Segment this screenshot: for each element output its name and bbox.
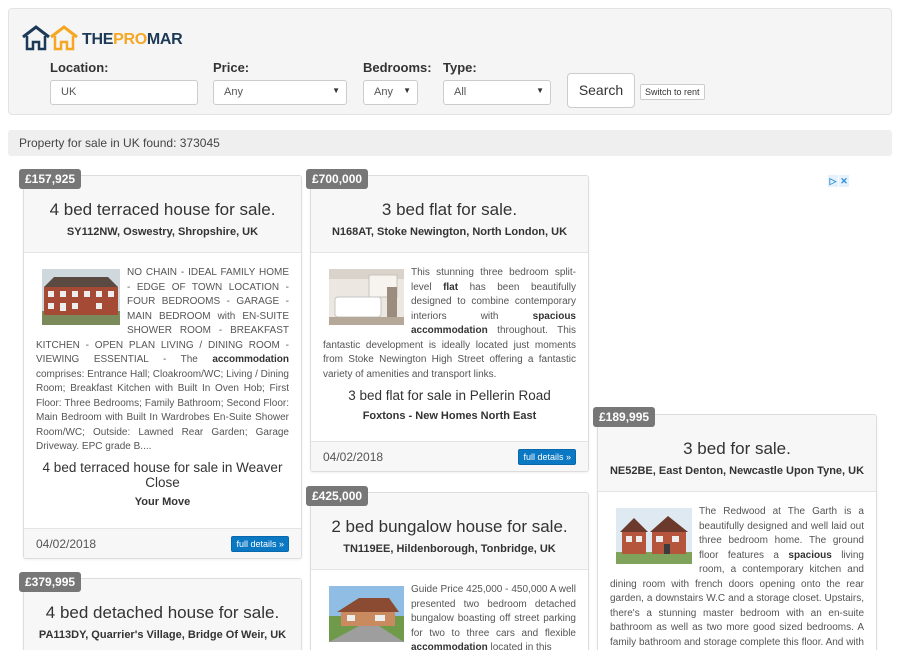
- type-label: Type:: [443, 60, 477, 75]
- listing-address: N168AT, Stoke Newington, North London, U…: [331, 226, 568, 238]
- agent-name: Your Move: [134, 496, 191, 508]
- adchoices-icon[interactable]: ▷ ✕: [828, 175, 850, 187]
- bedrooms-select[interactable]: Any ▼: [363, 80, 418, 105]
- logo-wordmark: THEPROMAR: [82, 31, 183, 48]
- site-logo[interactable]: THEPROMAR: [20, 21, 183, 51]
- listing-card: 3 bed for sale. NE52BE, East Denton, New…: [597, 414, 877, 650]
- listing-card: 3 bed flat for sale. N168AT, Stoke Newin…: [310, 175, 589, 472]
- dropdown-caret-icon: ▼: [536, 86, 544, 95]
- listing-date: 04/02/2018: [36, 537, 97, 551]
- property-photo[interactable]: [42, 269, 120, 325]
- listing-title[interactable]: 3 bed for sale.: [598, 439, 876, 459]
- listing-address: SY112NW, Oswestry, Shropshire, UK: [66, 226, 259, 238]
- price-badge: £425,000: [306, 486, 369, 506]
- listing-title[interactable]: 4 bed terraced house for sale.: [24, 200, 301, 220]
- full-details-button[interactable]: full details »: [231, 536, 289, 552]
- search-panel: THEPROMAR Location: UK Price: Any ▼ Bedr…: [8, 8, 892, 115]
- property-photo[interactable]: [329, 586, 404, 642]
- listing-address: NE52BE, East Denton, Newcastle Upon Tyne…: [609, 465, 865, 477]
- house-logo-icon: [22, 25, 78, 51]
- property-photo[interactable]: [329, 269, 404, 325]
- dropdown-caret-icon: ▼: [403, 86, 411, 95]
- location-label: Location:: [50, 60, 109, 75]
- price-badge: £157,925: [19, 169, 82, 189]
- listing-address: TN119EE, Hildenborough, Tonbridge, UK: [343, 543, 556, 555]
- listing-card: 4 bed terraced house for sale. SY112NW, …: [23, 175, 302, 559]
- listing-title[interactable]: 2 bed bungalow house for sale.: [311, 517, 588, 537]
- price-badge: £379,995: [19, 572, 82, 592]
- switch-to-rent-button[interactable]: Switch to rent: [640, 84, 705, 100]
- location-value: UK: [61, 86, 77, 98]
- full-details-button[interactable]: full details »: [518, 449, 576, 465]
- ad-close-icon[interactable]: ✕: [839, 175, 849, 187]
- price-value: Any: [224, 86, 243, 98]
- search-button[interactable]: Search: [567, 73, 635, 108]
- dropdown-caret-icon: ▼: [332, 86, 340, 95]
- bedrooms-value: Any: [374, 86, 393, 98]
- listing-title[interactable]: 4 bed detached house for sale.: [24, 603, 301, 623]
- location-input[interactable]: UK: [50, 80, 198, 105]
- listing-description: NO CHAIN - IDEAL FAMILY HOME - EDGE OF T…: [36, 267, 289, 452]
- listing-description: This stunning three bedroom split-level …: [323, 267, 576, 380]
- price-select[interactable]: Any ▼: [213, 80, 347, 105]
- type-value: All: [454, 86, 467, 98]
- agent-name: Foxtons - New Homes North East: [362, 410, 537, 422]
- listing-description: The Redwood at The Garth is a beautifull…: [610, 506, 864, 648]
- bedrooms-label: Bedrooms:: [363, 60, 432, 75]
- price-label: Price:: [213, 60, 250, 75]
- listing-subtitle: 4 bed terraced house for sale in Weaver …: [42, 460, 283, 490]
- card-footer: 04/02/2018 full details »: [24, 528, 301, 558]
- listing-subtitle: 3 bed flat for sale in Pellerin Road: [348, 388, 551, 403]
- results-summary: Property for sale in UK found: 373045: [8, 130, 892, 156]
- listing-date: 04/02/2018: [323, 450, 384, 464]
- listing-title[interactable]: 3 bed flat for sale.: [311, 200, 588, 220]
- listing-card: 2 bed bungalow house for sale. TN119EE, …: [310, 492, 589, 650]
- price-badge: £189,995: [593, 407, 656, 427]
- property-photo[interactable]: [616, 508, 692, 564]
- ad-info-icon[interactable]: ▷: [828, 175, 838, 187]
- card-footer: 04/02/2018 full details »: [311, 441, 588, 471]
- price-badge: £700,000: [306, 169, 369, 189]
- type-select[interactable]: All ▼: [443, 80, 551, 105]
- listing-description: Guide Price 425,000 - 450,000 A well pre…: [323, 583, 576, 650]
- listing-address: PA113DY, Quarrier's Village, Bridge Of W…: [38, 629, 287, 641]
